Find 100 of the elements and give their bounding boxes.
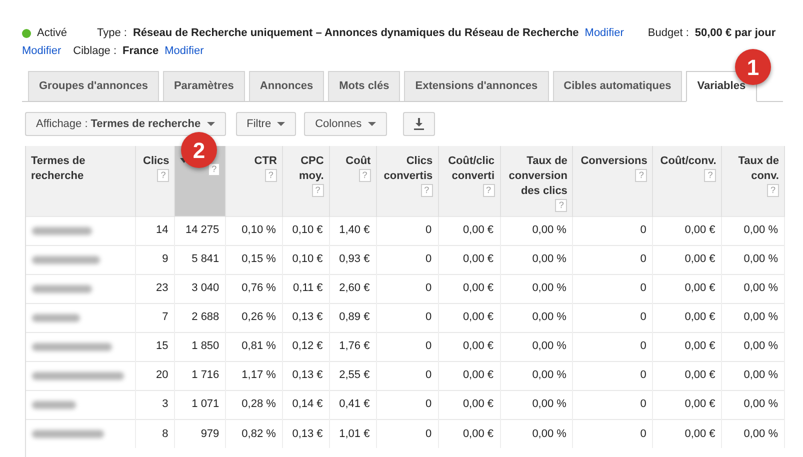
table-cell: 979 <box>174 419 226 448</box>
blurred-text <box>32 256 100 264</box>
column-header[interactable]: Clics convertis ? <box>376 146 438 216</box>
table-cell: 0,00 € <box>438 303 500 332</box>
table-cell: 14 <box>136 216 175 245</box>
column-header[interactable]: Taux de conversion des clics ? <box>500 146 573 216</box>
table-cell: 0,10 € <box>282 216 330 245</box>
table-cell: 0 <box>572 390 653 419</box>
table-cell: 1 071 <box>174 390 226 419</box>
table-cell: 0 <box>376 216 438 245</box>
header-label: CTR <box>254 154 277 169</box>
header-label: Coût/clic converti <box>447 154 495 184</box>
table-cell: 0,00 % <box>500 274 573 303</box>
column-header[interactable]: Taux de conv. ? <box>722 146 784 216</box>
column-header[interactable]: Termes de recherche <box>26 146 136 216</box>
header-label: Coût <box>346 154 371 169</box>
blurred-text <box>32 314 80 322</box>
table-cell: 3 <box>136 390 175 419</box>
field-value: France <box>122 44 159 59</box>
table-cell: 0,00 % <box>500 303 573 332</box>
header-label: Coût/conv. <box>660 154 716 169</box>
columns-dropdown[interactable]: Colonnes <box>304 112 387 136</box>
table-cell: 0,00 € <box>438 274 500 303</box>
header-label: Taux de conversion des clics <box>508 154 568 199</box>
table-cell: 1,01 € <box>329 419 376 448</box>
view-dropdown[interactable]: Affichage : Termes de recherche <box>25 112 226 136</box>
field-label: Budget : <box>648 26 689 41</box>
table-cell: 1 716 <box>174 361 226 390</box>
tab[interactable]: Annonces <box>248 71 324 101</box>
caret-icon <box>368 122 376 126</box>
table-cell: 5 841 <box>174 245 226 274</box>
table-cell: 0,00 % <box>722 274 784 303</box>
field-value: 50,00 € par jour <box>694 26 776 41</box>
tab[interactable]: Paramètres <box>162 71 245 101</box>
caret-icon <box>277 122 286 126</box>
header-label: Clics convertis <box>382 154 433 184</box>
table-cell: 14 275 <box>174 216 226 245</box>
table-cell: 0,00 € <box>438 361 500 390</box>
modify-link[interactable]: Modifier <box>584 24 624 42</box>
table-cell: 8 <box>136 419 175 448</box>
table-cell: 2,55 € <box>329 361 376 390</box>
column-header[interactable]: Coût/clic converti ? <box>438 146 500 216</box>
table-cell: 0,00 € <box>652 245 722 274</box>
download-button[interactable] <box>402 112 435 136</box>
header-label: CPC moy. <box>298 154 324 184</box>
table-cell: 0,00 % <box>722 361 784 390</box>
table-cell: 0 <box>572 245 653 274</box>
table-cell: 0 <box>572 419 653 448</box>
table-cell: 0 <box>376 419 438 448</box>
modify-link[interactable]: Modifier <box>164 42 204 60</box>
table-cell: 0,00 % <box>722 216 784 245</box>
field-value: Réseau de Recherche uniquement – Annonces dynamiques du Réseau de Recherche <box>132 26 579 41</box>
table-cell: 0,11 € <box>282 274 330 303</box>
table-cell: 15 <box>136 332 175 361</box>
table-cell: 0,10 % <box>226 216 282 245</box>
table-cell: 0,00 € <box>652 332 722 361</box>
status-label: Activé <box>37 26 67 41</box>
table-cell: 0,00 % <box>722 245 784 274</box>
table-cell: 1,76 € <box>329 332 376 361</box>
table-cell: 0 <box>376 332 438 361</box>
column-header[interactable]: Conversions ? <box>572 146 653 216</box>
table-cell: 0,00 % <box>500 390 573 419</box>
table-cell: 0,00 % <box>722 303 784 332</box>
table-cell: 0,81 % <box>226 332 282 361</box>
table-cell: 0,00 € <box>652 216 722 245</box>
table-cell: 0 <box>572 332 653 361</box>
column-header[interactable]: CTR ? <box>226 146 282 216</box>
table-cell: 20 <box>136 361 175 390</box>
filter-dropdown[interactable]: Filtre <box>236 112 296 136</box>
table-cell: 1 850 <box>174 332 226 361</box>
table-cell: 0 <box>376 361 438 390</box>
table-cell: 0 <box>572 274 653 303</box>
table-cell: 0,89 € <box>329 303 376 332</box>
table-cell: 0,13 € <box>282 361 330 390</box>
tab[interactable]: Cibles automatiques <box>552 71 682 101</box>
table-cell: 2 688 <box>174 303 226 332</box>
header-label: Termes de recherche <box>31 154 86 184</box>
table-cell: 0,12 € <box>282 332 330 361</box>
tab[interactable]: Mots clés <box>328 71 400 101</box>
table-cell: 0,41 € <box>329 390 376 419</box>
table-cell: 1,17 % <box>226 361 282 390</box>
tab[interactable]: Extensions d'annonces <box>404 71 549 101</box>
table-cell: 0,00 € <box>438 216 500 245</box>
table-cell: 2,60 € <box>329 274 376 303</box>
table-cell: 0,00 % <box>500 361 573 390</box>
tab[interactable]: Groupes d'annonces <box>28 71 159 101</box>
table-cell: 0,00 € <box>652 419 722 448</box>
column-header[interactable]: CPC moy. ? <box>282 146 330 216</box>
table-cell: 1,40 € <box>329 216 376 245</box>
table-cell: 0,00 € <box>438 245 500 274</box>
table-cell: 0,26 % <box>226 303 282 332</box>
table-cell: 0,93 € <box>329 245 376 274</box>
field-label: Type : <box>96 26 127 41</box>
table-cell: 0,00 € <box>652 390 722 419</box>
table-cell: 0,00 € <box>438 332 500 361</box>
table-cell: 0 <box>572 216 653 245</box>
table-cell: 0,00 % <box>500 245 573 274</box>
column-header[interactable]: Coût ? <box>329 146 376 216</box>
modify-link[interactable]: Modifier <box>22 42 62 60</box>
column-header[interactable]: Coût/conv. ? <box>652 146 722 216</box>
